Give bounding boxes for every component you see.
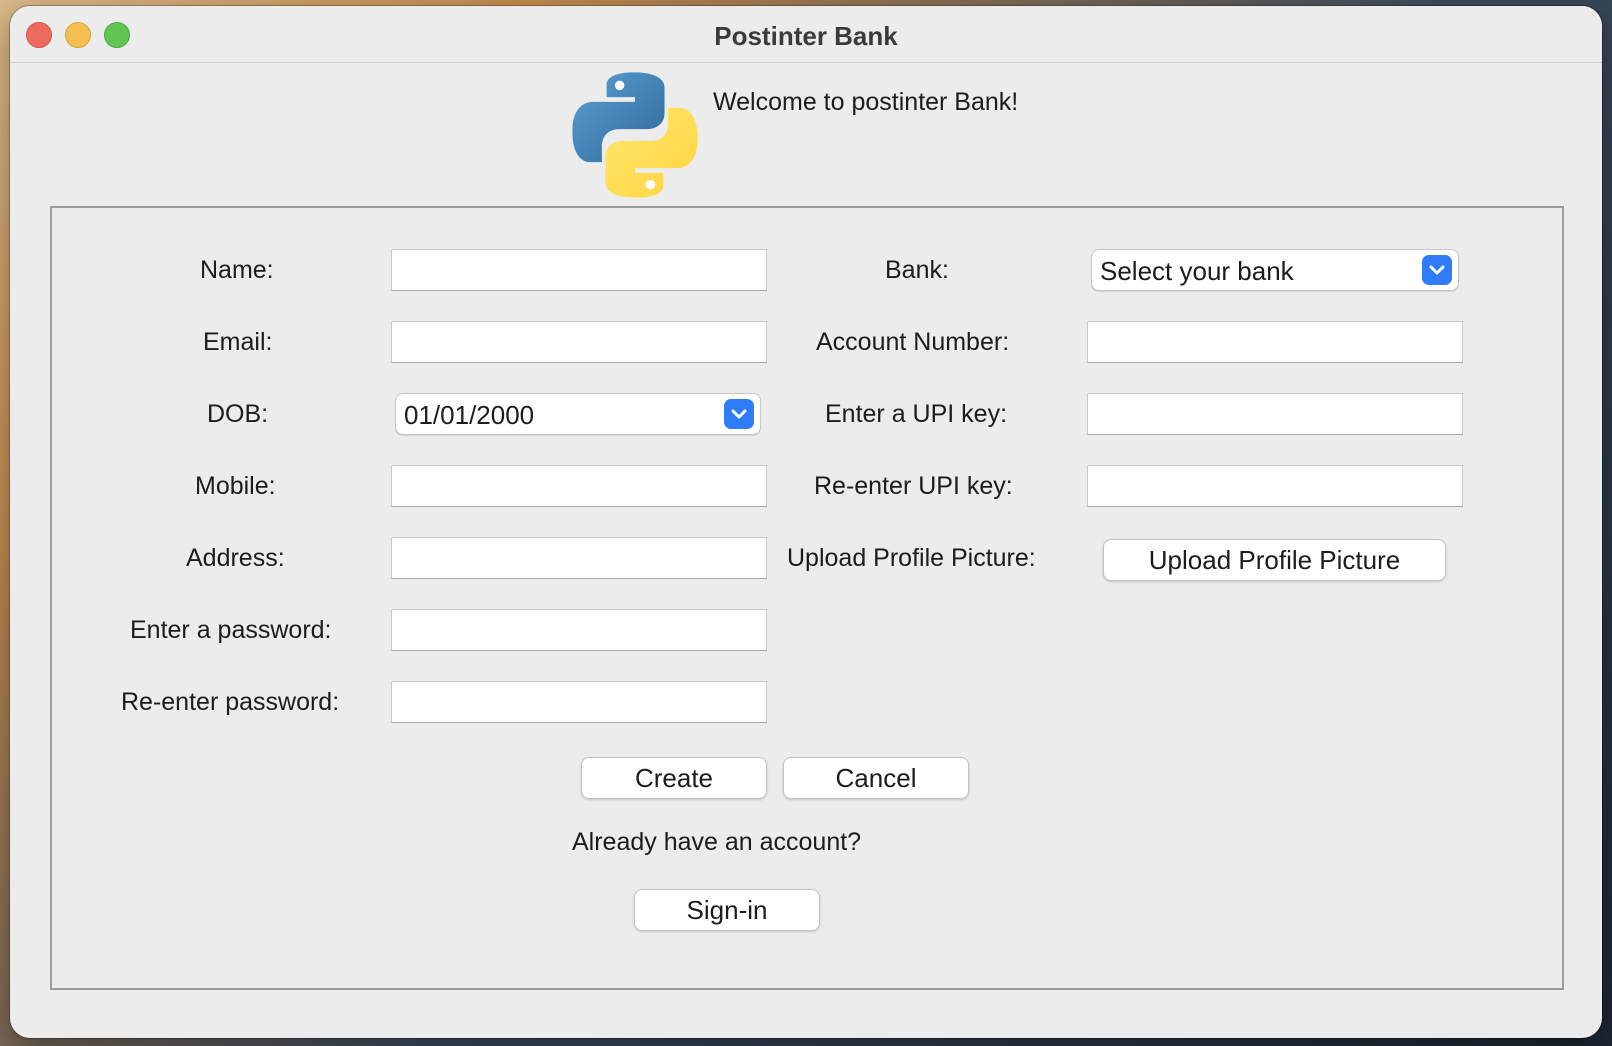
cancel-button[interactable]: Cancel [783,757,969,799]
upi-key-input[interactable] [1087,393,1463,435]
welcome-text: Welcome to postinter Bank! [713,88,1019,116]
password-input[interactable] [391,609,767,651]
address-label: Address: [186,544,285,572]
bank-select[interactable]: Select your bank [1091,249,1459,291]
mobile-label: Mobile: [195,472,276,500]
dob-value: 01/01/2000 [404,400,535,430]
dob-label: DOB: [207,400,269,428]
signin-button[interactable]: Sign-in [634,889,820,931]
already-have-account-text: Already have an account? [572,828,862,856]
upi-key-label: Enter a UPI key: [825,400,1008,428]
repassword-label: Re-enter password: [121,688,340,716]
name-label: Name: [200,256,274,284]
bank-label: Bank: [885,256,949,284]
email-input[interactable] [391,321,767,363]
registration-form: Name: Email: DOB: 01/01/2000 Mobile: Add… [50,206,1564,990]
window-title: Postinter Bank [714,21,898,51]
title-bar: Postinter Bank [10,6,1602,63]
address-input[interactable] [391,537,767,579]
account-number-label: Account Number: [816,328,1010,356]
password-label: Enter a password: [130,616,332,644]
dob-select[interactable]: 01/01/2000 [395,393,761,435]
name-input[interactable] [391,249,767,291]
app-window: Postinter Bank Welcome to postinter Bank… [10,6,1602,1038]
python-logo-icon [572,72,698,198]
reupi-key-label: Re-enter UPI key: [814,472,1013,500]
mobile-input[interactable] [391,465,767,507]
repassword-input[interactable] [391,681,767,723]
chevron-down-icon [724,399,754,429]
upload-picture-label: Upload Profile Picture: [787,544,1036,572]
chevron-down-icon [1422,255,1452,285]
account-number-input[interactable] [1087,321,1463,363]
create-button[interactable]: Create [581,757,767,799]
upload-picture-button[interactable]: Upload Profile Picture [1103,539,1446,581]
email-label: Email: [203,328,273,356]
bank-value: Select your bank [1100,256,1294,286]
reupi-key-input[interactable] [1087,465,1463,507]
